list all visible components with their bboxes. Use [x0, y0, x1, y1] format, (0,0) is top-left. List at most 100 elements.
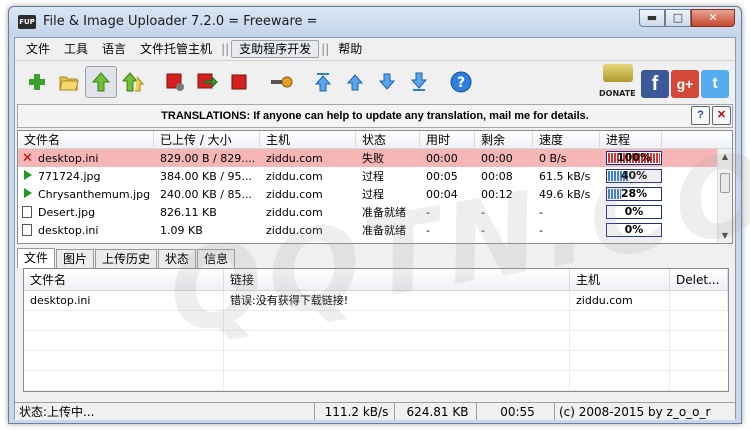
status-value: 失败	[362, 152, 384, 165]
menu-bar: 文件 工具 语言 文件托管主机 || 支助程序开发 || 帮助	[15, 38, 735, 60]
column-header-host[interactable]: 主机	[260, 131, 356, 148]
file-name-text: desktop.ini	[38, 151, 99, 165]
column-header-host[interactable]: 主机	[570, 269, 670, 290]
uploaded-size: 1.09 KB	[160, 223, 203, 237]
table-row[interactable]: Chrysanthemum.jpg 240.00 KB / 85... ziddu.…	[18, 185, 732, 203]
uploaded-size: 384.00 KB / 95...	[160, 169, 252, 183]
move-up-icon[interactable]	[339, 66, 371, 98]
remaining-time: 00:12	[481, 187, 513, 201]
links-table: 文件名 链接 主机 Delet... desktop.ini 错误:没有获得下载…	[23, 268, 729, 392]
play-icon	[22, 188, 34, 200]
empty-row	[24, 310, 728, 331]
stop-icon[interactable]	[223, 66, 255, 98]
progress-bar: 40%	[606, 169, 662, 183]
link-delete[interactable]	[670, 290, 728, 311]
host-name: ziddu.com	[266, 187, 323, 201]
table-row[interactable]: 771724.jpg 384.00 KB / 95... ziddu.com 过程 00…	[18, 167, 732, 185]
tab-info[interactable]: 信息	[197, 249, 236, 268]
menu-support[interactable]: 支助程序开发	[231, 40, 320, 58]
move-bottom-icon[interactable]	[403, 66, 435, 98]
column-header-uploaded[interactable]: 已上传 / 大小	[154, 131, 260, 148]
progress-bar: 100%	[606, 151, 662, 165]
status-value: 准备就绪	[362, 224, 406, 237]
tab-status[interactable]: 状态	[158, 249, 197, 268]
move-down-icon[interactable]	[371, 66, 403, 98]
speed-value: -	[539, 223, 543, 237]
table-row[interactable]: desktop.ini 1.09 KB ziddu.com 准备就绪 - - - 0%	[18, 221, 732, 239]
table-row[interactable]: ✕ desktop.ini 829.00 B / 829.... ziddu.com 失…	[18, 149, 732, 167]
stop-record-icon[interactable]	[159, 66, 191, 98]
twitter-icon[interactable]: t	[701, 70, 729, 98]
column-header-progress[interactable]: 进程	[600, 131, 662, 148]
add-icon[interactable]	[21, 66, 53, 98]
remaining-time: 00:08	[481, 169, 513, 183]
minimize-button[interactable]: ▬	[639, 9, 665, 27]
links-table-header: 文件名 链接 主机 Delet...	[24, 269, 728, 291]
column-header-filename[interactable]: 文件名	[18, 131, 154, 148]
translation-banner: TRANSLATIONS: If anyone can help to upda…	[17, 104, 733, 128]
document-icon	[22, 224, 34, 236]
file-name-text: Chrysanthemum.jpg	[38, 187, 151, 201]
table-row[interactable]: desktop.ini 错误:没有获得下载链接! ziddu.com	[24, 290, 728, 311]
file-name: desktop.ini	[18, 224, 154, 237]
uploaded-size: 829.00 B / 829....	[160, 151, 256, 165]
column-header-speed[interactable]: 速度	[533, 131, 600, 148]
key-icon[interactable]	[265, 66, 297, 98]
host-name: ziddu.com	[266, 169, 323, 183]
link-url[interactable]: 错误:没有获得下载链接!	[224, 290, 570, 311]
status-copyright: (c) 2008-2015 by z_o_o_r	[559, 405, 711, 419]
google-plus-icon[interactable]: g+	[671, 70, 699, 98]
menu-language[interactable]: 语言	[95, 39, 133, 59]
upload-icon[interactable]	[85, 65, 117, 98]
client-area: 文件 工具 语言 文件托管主机 || 支助程序开发 || 帮助 ? DONATE…	[14, 37, 750, 420]
column-header-delete[interactable]: Delet...	[670, 269, 728, 290]
column-header-filename[interactable]: 文件名	[24, 269, 224, 290]
play-icon	[22, 170, 34, 182]
open-folder-icon[interactable]	[53, 66, 85, 98]
uploaded-size: 826.11 KB	[160, 205, 217, 219]
menu-file[interactable]: 文件	[19, 39, 57, 59]
menu-help[interactable]: 帮助	[331, 39, 369, 59]
tab-history[interactable]: 上传历史	[95, 249, 158, 268]
table-row[interactable]: Desert.jpg 826.11 KB ziddu.com 准备就绪 - - - 0%	[18, 203, 732, 221]
banner-close-button[interactable]: ✕	[712, 106, 731, 125]
maximize-button[interactable]: □	[665, 9, 691, 27]
banner-help-button[interactable]: ?	[691, 106, 710, 125]
close-button[interactable]: ✕	[691, 9, 735, 27]
help-icon[interactable]: ?	[445, 66, 477, 98]
donate-button[interactable]: DONATE	[599, 62, 639, 98]
progress-cell: 0%	[600, 223, 662, 237]
scroll-thumb[interactable]	[720, 173, 730, 193]
speed-value: 61.5 kB/s	[539, 169, 591, 183]
app-window: FUP File & Image Uploader 7.2.0 = Freewa…	[8, 6, 750, 424]
tab-images[interactable]: 图片	[56, 249, 95, 268]
column-header-status[interactable]: 状态	[356, 131, 420, 148]
speed-value: 49.6 kB/s	[539, 187, 591, 201]
scroll-down-icon[interactable]: ▼	[718, 228, 732, 243]
upload-all-icon[interactable]	[117, 66, 149, 98]
column-header-time[interactable]: 用时	[420, 131, 475, 148]
column-header-link[interactable]: 链接	[224, 269, 570, 290]
failed-icon: ✕	[22, 151, 33, 165]
status-time: 00:55	[477, 403, 555, 420]
tab-files[interactable]: 文件	[17, 248, 56, 268]
elapsed-time: 00:04	[426, 187, 458, 201]
money-icon	[603, 64, 633, 82]
upload-scrollbar[interactable]: ▲ ▼	[717, 149, 732, 243]
move-icon[interactable]	[191, 66, 223, 98]
menu-separator: ||	[221, 42, 230, 56]
window-title: File & Image Uploader 7.2.0 = Freeware =	[43, 14, 318, 29]
progress-label: 0%	[624, 223, 644, 236]
move-top-icon[interactable]	[307, 66, 339, 98]
column-header-remaining[interactable]: 剩余	[475, 131, 533, 148]
empty-row	[24, 350, 728, 371]
title-bar[interactable]: FUP File & Image Uploader 7.2.0 = Freewa…	[9, 7, 741, 37]
menu-tools[interactable]: 工具	[57, 39, 95, 59]
progress-cell: 40%	[600, 169, 662, 183]
facebook-icon[interactable]: f	[641, 70, 669, 98]
scroll-up-icon[interactable]: ▲	[718, 149, 732, 164]
empty-row	[24, 330, 728, 351]
menu-hosts[interactable]: 文件托管主机	[133, 39, 219, 59]
file-name: Desert.jpg	[18, 206, 154, 219]
remaining-time: -	[481, 223, 485, 237]
